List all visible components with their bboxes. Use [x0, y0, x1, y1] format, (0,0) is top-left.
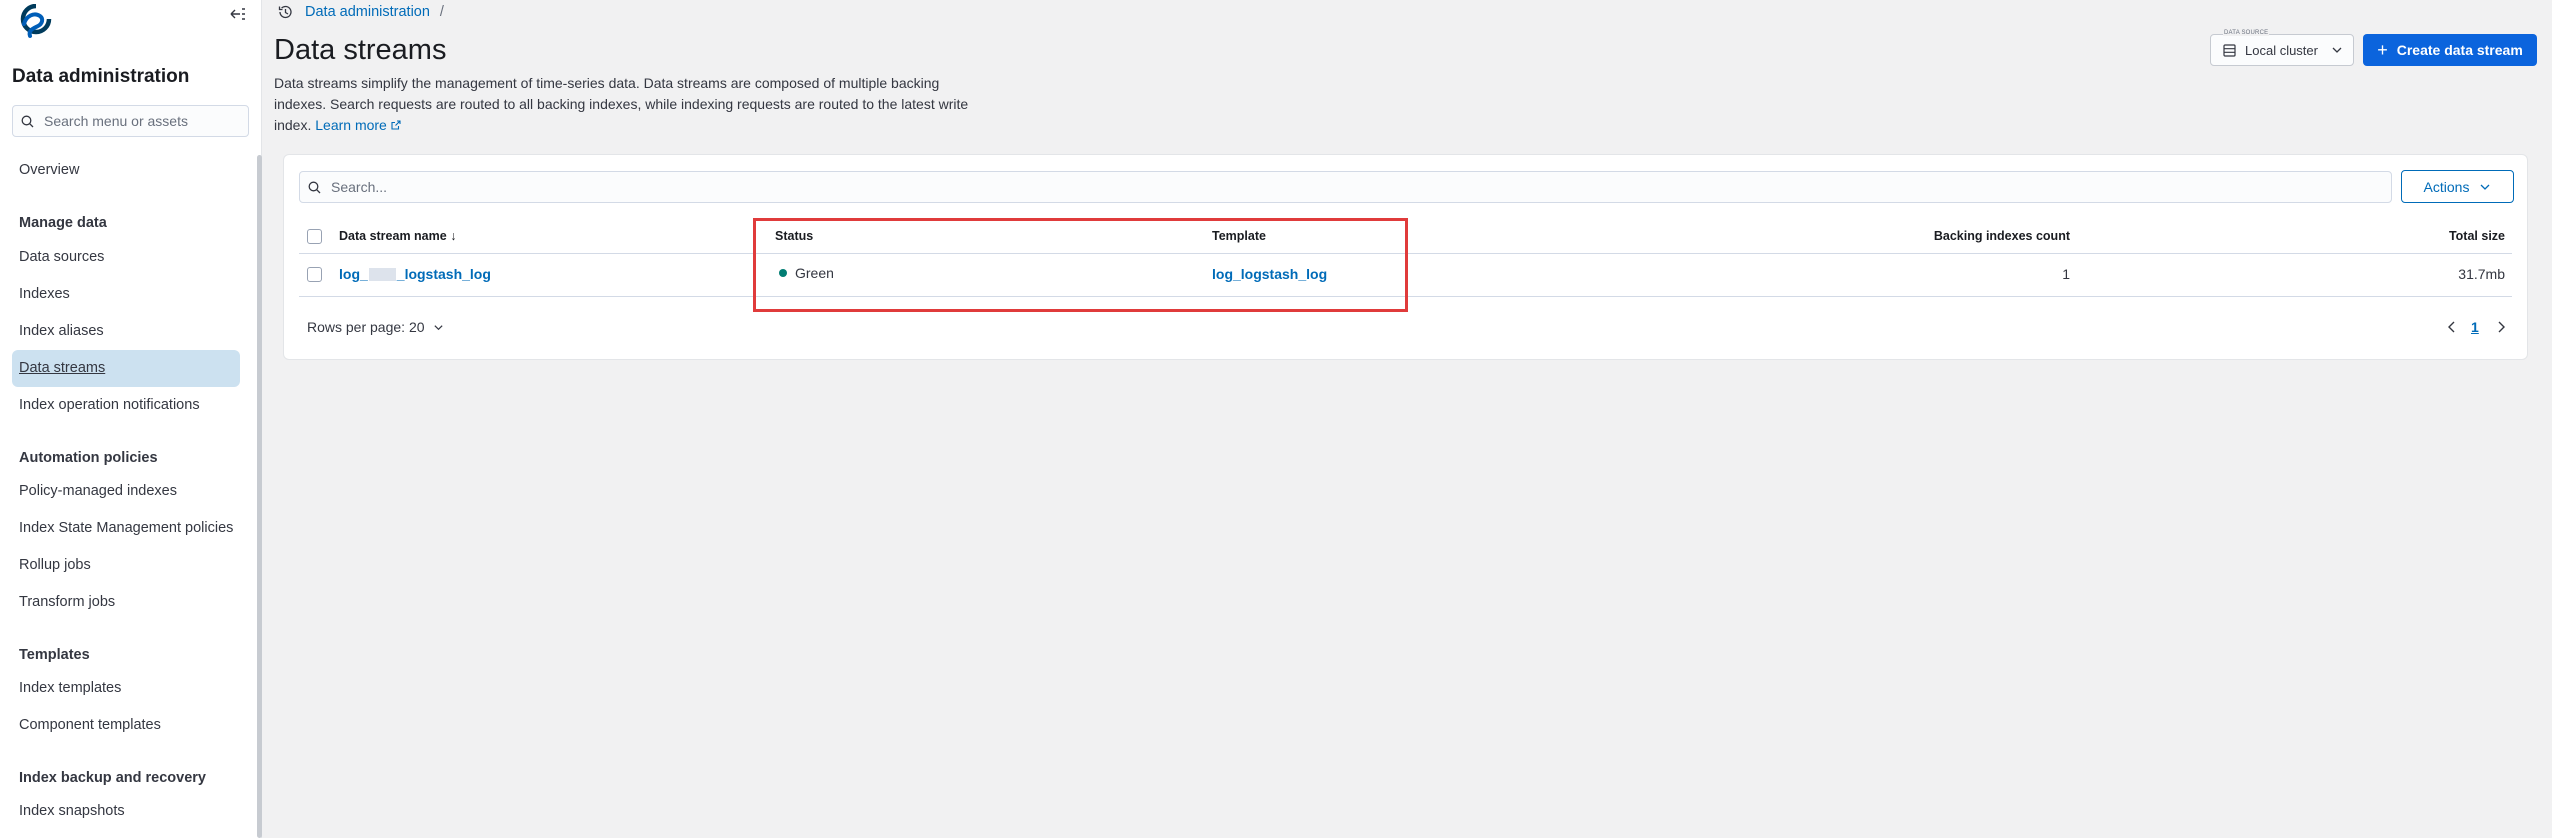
column-header-name[interactable]: Data stream name ↓	[339, 229, 456, 243]
sidebar-item-index-snapshots[interactable]: Index snapshots	[19, 803, 125, 819]
data-stream-name-link[interactable]: log_ _logstash_log	[339, 266, 491, 282]
sidebar: Data administration Overview Manage data…	[0, 0, 262, 838]
column-header-backing-indexes[interactable]: Backing indexes count	[1750, 229, 2070, 243]
data-source-selector[interactable]: DATA SOURCE Local cluster	[2210, 30, 2354, 66]
actions-label: Actions	[2423, 178, 2470, 195]
breadcrumb: Data administration /	[277, 4, 444, 20]
page-title: Data streams	[274, 34, 447, 66]
sidebar-search-field[interactable]	[12, 105, 249, 137]
database-icon	[2223, 43, 2236, 57]
external-link-icon	[391, 120, 401, 130]
highlight-annotation-box	[753, 218, 1408, 312]
sidebar-group-manage-data: Manage data	[19, 215, 107, 231]
sidebar-item-component-templates[interactable]: Component templates	[19, 717, 161, 733]
chevron-down-icon	[2480, 184, 2490, 190]
sidebar-item-transform-jobs[interactable]: Transform jobs	[19, 594, 115, 610]
sidebar-group-automation-policies: Automation policies	[19, 450, 158, 466]
page-number-current[interactable]: 1	[2471, 319, 2479, 335]
total-size: 31.7mb	[2458, 266, 2505, 282]
search-icon	[308, 181, 321, 193]
sidebar-search-input[interactable]	[44, 113, 234, 129]
sidebar-item-rollup-jobs[interactable]: Rollup jobs	[19, 557, 91, 573]
row-checkbox[interactable]	[307, 267, 322, 282]
breadcrumb-data-administration[interactable]: Data administration	[305, 4, 430, 20]
rows-per-page-selector[interactable]: Rows per page: 20	[307, 319, 444, 335]
create-data-stream-label: Create data stream	[2396, 42, 2523, 58]
redacted-text	[368, 268, 396, 281]
opensearch-logo-icon[interactable]	[18, 3, 56, 42]
sidebar-item-index-templates[interactable]: Index templates	[19, 680, 121, 696]
sidebar-item-data-sources[interactable]: Data sources	[19, 249, 104, 265]
history-icon[interactable]	[277, 4, 293, 20]
page-description: Data streams simplify the management of …	[274, 73, 994, 136]
sidebar-item-overview[interactable]: Overview	[19, 162, 79, 178]
collapse-sidebar-icon[interactable]	[226, 2, 250, 26]
sidebar-item-index-aliases[interactable]: Index aliases	[19, 323, 104, 339]
table-search-input[interactable]	[331, 179, 2331, 195]
chevron-down-icon	[433, 324, 443, 330]
search-icon	[21, 115, 34, 127]
breadcrumb-separator: /	[439, 4, 444, 20]
sidebar-item-ism-policies[interactable]: Index State Management policies	[19, 520, 233, 536]
table-search-field[interactable]	[299, 171, 2392, 203]
sidebar-item-indexes[interactable]: Indexes	[19, 286, 70, 302]
plus-icon: +	[2377, 39, 2388, 60]
chevron-down-icon	[2332, 47, 2342, 53]
column-header-total-size[interactable]: Total size	[2300, 229, 2505, 243]
previous-page-icon[interactable]	[2447, 320, 2457, 336]
sort-arrow-icon: ↓	[450, 229, 457, 243]
sidebar-title: Data administration	[12, 66, 190, 87]
sidebar-scrollbar[interactable]	[257, 155, 262, 838]
data-source-value: Local cluster	[2245, 42, 2318, 58]
sidebar-group-index-backup: Index backup and recovery	[19, 770, 206, 786]
sidebar-item-policy-managed-indexes[interactable]: Policy-managed indexes	[19, 483, 177, 499]
backing-indexes-count: 1	[2062, 266, 2070, 282]
sidebar-item-index-operation-notifications[interactable]: Index operation notifications	[19, 397, 200, 413]
learn-more-link[interactable]: Learn more	[315, 117, 401, 133]
create-data-stream-button[interactable]: + Create data stream	[2363, 34, 2537, 66]
actions-button[interactable]: Actions	[2401, 170, 2514, 203]
sidebar-item-data-streams[interactable]: Data streams	[19, 360, 105, 376]
data-source-legend: DATA SOURCE	[2223, 30, 2270, 36]
next-page-icon[interactable]	[2496, 320, 2506, 336]
select-all-checkbox[interactable]	[307, 229, 322, 244]
sidebar-group-templates: Templates	[19, 647, 90, 663]
